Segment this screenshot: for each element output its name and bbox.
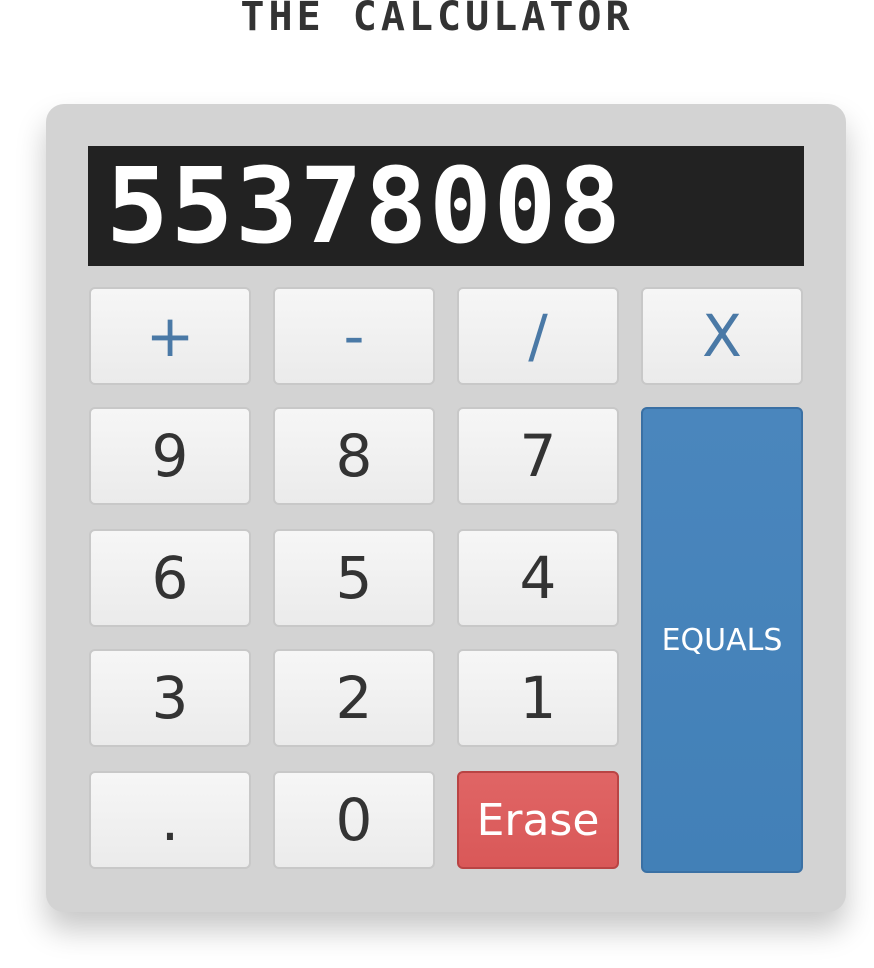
digit-6-button[interactable]: 6 [89, 529, 251, 627]
page-title: THE CALCULATOR [240, 0, 634, 40]
divide-button[interactable]: / [457, 287, 619, 385]
equals-button[interactable]: EQUALS [641, 407, 803, 873]
multiply-button[interactable]: X [641, 287, 803, 385]
digit-8-button[interactable]: 8 [273, 407, 435, 505]
subtract-button[interactable]: - [273, 287, 435, 385]
add-button[interactable]: + [89, 287, 251, 385]
digit-0-button[interactable]: 0 [273, 771, 435, 869]
digit-3-button[interactable]: 3 [89, 649, 251, 747]
digit-1-button[interactable]: 1 [457, 649, 619, 747]
erase-button[interactable]: Erase [457, 771, 619, 869]
digit-5-button[interactable]: 5 [273, 529, 435, 627]
digit-9-button[interactable]: 9 [89, 407, 251, 505]
digit-7-button[interactable]: 7 [457, 407, 619, 505]
calculator-display: 55378008 [88, 146, 804, 266]
digit-2-button[interactable]: 2 [273, 649, 435, 747]
decimal-button[interactable]: . [89, 771, 251, 869]
digit-4-button[interactable]: 4 [457, 529, 619, 627]
